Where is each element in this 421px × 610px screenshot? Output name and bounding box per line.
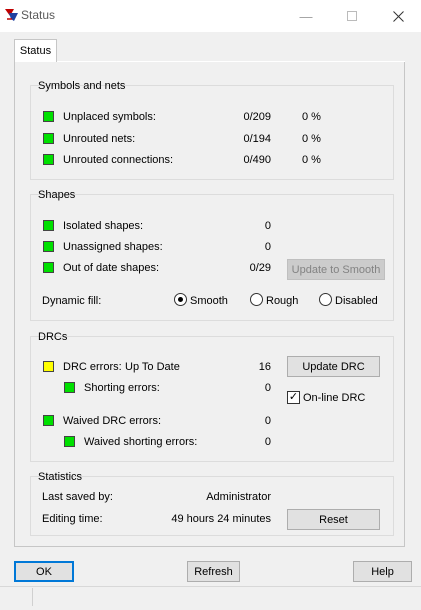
app-icon [4,7,20,23]
update-drc-button[interactable]: Update DRC [287,356,380,377]
drc-errors-value: 16 [258,361,271,373]
tab-status[interactable]: Status [14,39,57,62]
close-icon[interactable] [375,0,421,32]
unrouted-connections-label: Unrouted connections: [63,154,174,166]
unplaced-symbols-label: Unplaced symbols: [63,111,156,123]
fill-disabled-label[interactable]: Disabled [335,295,378,307]
editing-time-value: 49 hours 24 minutes [171,513,271,525]
status-bar-separator [32,588,33,606]
unrouted-nets-count: 0/194 [243,133,271,145]
ok-button[interactable]: OK [14,561,74,582]
out-of-date-shapes-indicator [43,262,54,273]
waived-drc-errors-value: 0 [264,415,271,427]
window-title: Status [21,8,56,22]
fill-smooth-label[interactable]: Smooth [190,295,228,307]
unplaced-symbols-percent: 0 % [302,111,321,123]
unassigned-shapes-label: Unassigned shapes: [63,241,163,253]
drcs-title: DRCs [38,331,68,343]
editing-time-label: Editing time: [42,513,103,525]
out-of-date-shapes-value: 0/29 [249,262,271,274]
isolated-shapes-label: Isolated shapes: [63,220,144,232]
shorting-errors-value: 0 [264,382,271,394]
waived-drc-errors-indicator [43,415,54,426]
waived-shorting-errors-value: 0 [264,436,271,448]
minimize-icon[interactable]: — [283,0,329,32]
statistics-title: Statistics [38,471,83,483]
drc-errors-label: DRC errors: [63,361,122,373]
unrouted-nets-indicator [43,133,54,144]
last-saved-value: Administrator [206,491,271,503]
unplaced-symbols-indicator [43,111,54,122]
refresh-button[interactable]: Refresh [187,561,240,582]
fill-rough-radio[interactable] [250,293,263,306]
update-to-smooth-button[interactable]: Update to Smooth [287,259,385,280]
last-saved-label: Last saved by: [42,491,113,503]
online-drc-label[interactable]: On-line DRC [303,392,365,404]
waived-shorting-errors-label: Waived shorting errors: [84,436,198,448]
maximize-icon[interactable] [329,0,375,32]
waived-shorting-errors-indicator [64,436,75,447]
unrouted-connections-percent: 0 % [302,154,321,166]
online-drc-checkbox[interactable]: ✓ [287,391,300,404]
shorting-errors-label: Shorting errors: [84,382,160,394]
shapes-title: Shapes [38,189,76,201]
fill-rough-label[interactable]: Rough [266,295,298,307]
unplaced-symbols-count: 0/209 [243,111,271,123]
radio-selected-dot [178,297,183,302]
fill-disabled-radio[interactable] [319,293,332,306]
shorting-errors-indicator [64,382,75,393]
unrouted-nets-percent: 0 % [302,133,321,145]
dynamic-fill-label: Dynamic fill: [42,295,102,307]
unrouted-connections-indicator [43,154,54,165]
waived-drc-errors-label: Waived DRC errors: [63,415,161,427]
panel-highlight [57,61,405,62]
fill-smooth-radio[interactable] [174,293,187,306]
help-button[interactable]: Help [353,561,412,582]
unassigned-shapes-value: 0 [264,241,271,253]
tab-label: Status [19,45,52,57]
isolated-shapes-indicator [43,220,54,231]
status-bar-divider [0,586,421,587]
out-of-date-shapes-label: Out of date shapes: [63,262,160,274]
unassigned-shapes-indicator [43,241,54,252]
drc-errors-indicator [43,361,54,372]
drc-status-text: Up To Date [125,361,180,373]
isolated-shapes-value: 0 [264,220,271,232]
unrouted-nets-label: Unrouted nets: [63,133,136,145]
reset-button[interactable]: Reset [287,509,380,530]
unrouted-connections-count: 0/490 [243,154,271,166]
symbols-and-nets-title: Symbols and nets [38,80,126,92]
